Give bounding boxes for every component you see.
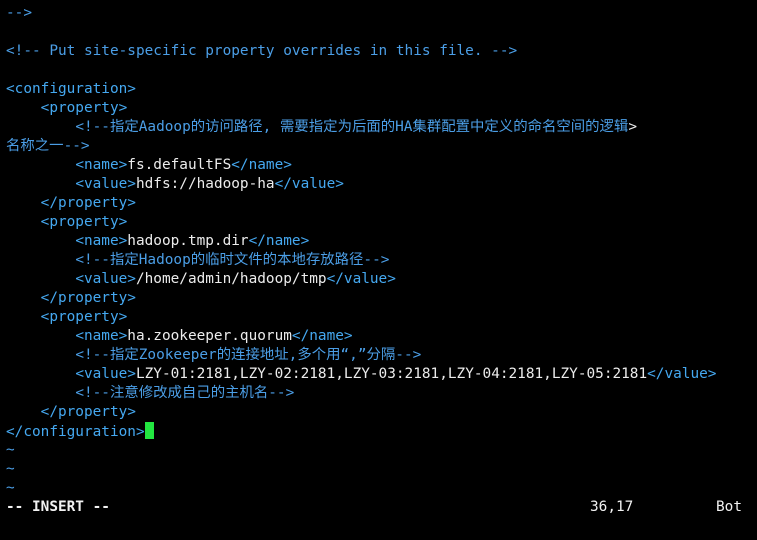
code-line[interactable]: </property> [6,403,136,422]
xml-tag: </property> [40,195,136,211]
code-line[interactable]: --> [6,4,32,23]
code-line[interactable]: </property> [6,194,136,213]
line-text [6,290,41,306]
code-line[interactable]: <configuration> [6,80,136,99]
xml-tag: </name> [291,328,353,344]
line-text: /home/admin/hadoop/tmp [135,271,327,287]
xml-tag: <name> [75,328,128,344]
xml-comment: <!--指定Hadoop的临时文件的本地存放路径--> [75,252,390,268]
code-line[interactable]: <property> [6,308,128,327]
empty-line-tilde[interactable]: ~ [6,460,15,479]
line-text: fs.defaultFS [127,157,232,173]
line-text: hadoop.tmp.dir [127,233,249,249]
cursor-position: 36,17 [590,499,634,515]
xml-tag: </property> [40,404,136,420]
scroll-position: Bot [716,499,742,515]
line-text [6,309,41,325]
xml-tag: <configuration> [6,81,136,97]
xml-tag: <value> [75,271,136,287]
xml-comment: <!--指定Zookeeper的连接地址,多个用“,”分隔--> [75,347,422,363]
xml-tag: <property> [40,309,128,325]
code-line[interactable]: <name>hadoop.tmp.dir</name> [6,232,309,251]
code-line[interactable]: <!--指定Hadoop的临时文件的本地存放路径--> [6,251,389,270]
code-line[interactable]: 名称之一--> [6,137,90,156]
xml-tag: <value> [75,176,136,192]
xml-comment: <!--注意修改成自己的主机名--> [75,385,295,401]
code-line[interactable]: <!--指定Zookeeper的连接地址,多个用“,”分隔--> [6,346,421,365]
line-text [6,404,41,420]
vim-mode-indicator: -- INSERT -- [6,499,110,515]
xml-tag: </value> [326,271,396,287]
xml-tag: <value> [75,366,136,382]
line-text [6,157,75,173]
xml-comment: <!--指定Aadoop的访问路径, 需要指定为后面的HA集群配置中定义的命名空… [75,119,629,135]
line-text [6,328,75,344]
line-text: ha.zookeeper.quorum [127,328,292,344]
code-line[interactable]: </configuration> [6,422,154,441]
xml-tag: <property> [40,214,128,230]
line-text: LZY-01:2181,LZY-02:2181,LZY-03:2181,LZY-… [135,366,648,382]
line-text [6,195,41,211]
line-text [6,252,75,268]
xml-comment: 名称之一--> [6,138,90,154]
line-text [6,385,75,401]
code-line[interactable]: <property> [6,99,128,118]
line-text: hdfs://hadoop-ha [135,176,275,192]
line-text: > [628,119,637,135]
xml-comment: <!-- Put site-specific property override… [6,43,518,59]
line-text [6,271,75,287]
xml-tag: </value> [647,366,717,382]
line-text [6,100,41,116]
code-line[interactable]: <name>fs.defaultFS</name> [6,156,292,175]
text-cursor [144,422,154,439]
code-line[interactable]: <value>/home/admin/hadoop/tmp</value> [6,270,396,289]
line-text [6,214,41,230]
xml-comment: --> [6,5,32,21]
xml-tag: </value> [274,176,344,192]
xml-tag: </configuration> [6,424,145,440]
xml-tag: </property> [40,290,136,306]
code-line[interactable]: <name>ha.zookeeper.quorum</name> [6,327,353,346]
empty-line-tilde[interactable]: ~ [6,441,15,460]
xml-tag: </name> [248,233,310,249]
code-line[interactable]: </property> [6,289,136,308]
code-line[interactable]: <property> [6,213,128,232]
tilde-marker: ~ [6,461,15,477]
empty-line-tilde[interactable]: ~ [6,479,15,498]
tilde-marker: ~ [6,480,15,496]
line-text [6,119,75,135]
code-line[interactable]: <!-- Put site-specific property override… [6,42,517,61]
line-text [6,233,75,249]
line-text [6,366,75,382]
code-line[interactable]: <!--注意修改成自己的主机名--> [6,384,294,403]
terminal-window[interactable]: --> <!-- Put site-specific property overr… [0,0,757,540]
code-line[interactable]: <!--指定Aadoop的访问路径, 需要指定为后面的HA集群配置中定义的命名空… [6,118,637,137]
xml-tag: <name> [75,157,128,173]
xml-tag: <name> [75,233,128,249]
xml-tag: <property> [40,100,128,116]
line-text [6,176,75,192]
line-text [6,347,75,363]
xml-tag: </name> [231,157,292,173]
code-line[interactable]: <value>hdfs://hadoop-ha</value> [6,175,344,194]
tilde-marker: ~ [6,442,15,458]
code-line[interactable]: <value>LZY-01:2181,LZY-02:2181,LZY-03:21… [6,365,716,384]
